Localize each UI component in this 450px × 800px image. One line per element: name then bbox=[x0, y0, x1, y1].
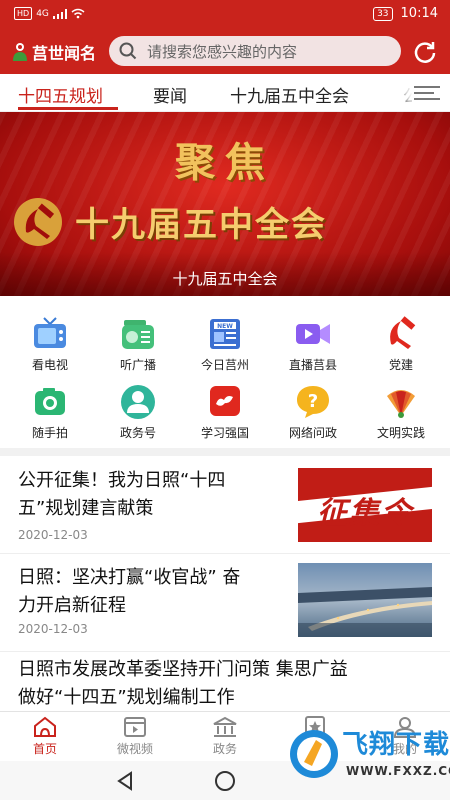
news-title-line: 做好“十四五”规划编制工作 bbox=[18, 687, 235, 708]
shortcut-today-juzhou[interactable]: NEW 今日莒州 bbox=[180, 316, 270, 373]
shortcut-radio[interactable]: 听广播 bbox=[93, 316, 183, 373]
shortcut-study-strong-nation[interactable]: 学习强国 bbox=[180, 384, 270, 441]
radio-icon bbox=[122, 320, 154, 349]
news-title-line: 日照：坚决打赢“收官战” 奋 bbox=[18, 567, 241, 588]
shortcut-live-juxian[interactable]: 直播莒县 bbox=[268, 316, 358, 373]
watermark-logo-icon bbox=[290, 730, 338, 778]
svg-text:?: ? bbox=[308, 391, 318, 412]
watermark-url: WWW.FXXZ.COM bbox=[346, 764, 450, 778]
party-emblem-icon bbox=[14, 198, 62, 246]
shortcut-civilization-practice[interactable]: 文明实践 bbox=[356, 384, 446, 441]
tab-14th-five-year-plan[interactable]: 十四五规划 bbox=[18, 82, 103, 107]
shortcut-label: 学习强国 bbox=[200, 426, 249, 440]
home-icon bbox=[34, 716, 56, 737]
news-item[interactable]: 公开征集！我为日照“十四 五”规划建言献策 2020-12-03 征集令 bbox=[0, 456, 450, 554]
banner-headline: 十九届五中全会 bbox=[75, 205, 327, 245]
news-thumbnail: 征集令 bbox=[298, 468, 432, 542]
user-icon bbox=[121, 385, 155, 419]
shortcut-label: 随手拍 bbox=[31, 426, 68, 440]
shortcut-online-inquiry[interactable]: ? 网络问政 bbox=[268, 384, 358, 441]
logo-icon bbox=[13, 43, 27, 61]
clock: 10:14 bbox=[400, 6, 438, 21]
shortcut-party-building[interactable]: 党建 bbox=[356, 316, 446, 373]
menu-icon[interactable] bbox=[412, 82, 442, 104]
search-icon bbox=[119, 42, 137, 60]
shortcut-grid: 看电视 听广播 NEW 今日莒州 直播莒县 党建 随手拍 政务号 学习强国 ? … bbox=[0, 300, 450, 448]
watermark-brand: 飞翔下载 bbox=[342, 730, 450, 760]
shortcut-label: 听广播 bbox=[119, 358, 156, 372]
network-type: 4G bbox=[36, 8, 49, 19]
app-logo[interactable]: 莒世闻名 bbox=[10, 40, 96, 64]
newspaper-icon: NEW bbox=[210, 319, 240, 349]
news-title-line: 日照市发展改革委坚持开门问策 集思广益 bbox=[18, 659, 348, 680]
wifi-icon bbox=[71, 8, 85, 19]
active-tab-indicator bbox=[18, 107, 118, 110]
tab-headlines[interactable]: 要闻 bbox=[153, 82, 187, 107]
camera-icon bbox=[35, 388, 65, 415]
news-title: 公开征集！我为日照“十四 五”规划建言献策 bbox=[18, 467, 225, 523]
hd-badge: HD bbox=[14, 7, 33, 20]
tab-plenary-session[interactable]: 十九届五中全会 bbox=[230, 82, 349, 107]
search-input[interactable]: 请搜索您感兴趣的内容 bbox=[109, 36, 401, 66]
app-header: 莒世闻名 请搜索您感兴趣的内容 bbox=[0, 30, 450, 74]
news-date: 2020-12-03 bbox=[18, 528, 88, 542]
banner-caption: 十九届五中全会 bbox=[172, 270, 278, 288]
study-icon bbox=[210, 386, 240, 416]
category-tabs: 十四五规划 要闻 十九届五中全会 公 bbox=[0, 74, 450, 112]
news-date: 2020-12-03 bbox=[18, 622, 88, 636]
status-left: HD 4G bbox=[14, 7, 85, 20]
section-divider bbox=[0, 448, 450, 456]
nav-label: 政务 bbox=[212, 742, 237, 756]
news-title: 日照市发展改革委坚持开门问策 集思广益 做好“十四五”规划编制工作 bbox=[18, 656, 348, 712]
party-emblem-icon bbox=[390, 316, 416, 349]
building-icon bbox=[213, 716, 237, 737]
news-item[interactable]: 日照：坚决打赢“收官战” 奋 力开启新征程 2020-12-03 bbox=[0, 554, 450, 652]
shortcut-label: 党建 bbox=[388, 358, 413, 372]
status-right: 33 10:14 bbox=[373, 6, 438, 21]
video-icon bbox=[296, 324, 330, 344]
nav-micro-video[interactable]: 微视频 bbox=[90, 716, 180, 757]
signal-icon bbox=[52, 8, 67, 19]
news-thumbnail bbox=[298, 563, 432, 637]
status-bar: HD 4G 33 10:14 bbox=[0, 0, 450, 30]
banner-top-text: 聚焦 bbox=[175, 139, 275, 186]
fan-icon bbox=[387, 390, 415, 418]
question-icon: ? bbox=[297, 386, 329, 418]
shortcut-label: 今日莒州 bbox=[200, 358, 249, 372]
home-button-icon[interactable] bbox=[214, 770, 236, 792]
shortcut-label: 直播莒县 bbox=[288, 358, 337, 372]
shortcut-watch-tv[interactable]: 看电视 bbox=[5, 316, 95, 373]
hero-banner[interactable]: 聚焦 十九届五中全会 十九届五中全会 bbox=[0, 112, 450, 296]
shortcut-government-account[interactable]: 政务号 bbox=[93, 384, 183, 441]
shortcut-label: 网络问政 bbox=[288, 426, 337, 440]
nav-government[interactable]: 政务 bbox=[180, 716, 270, 757]
nav-home[interactable]: 首页 bbox=[0, 716, 90, 757]
svg-text:NEW: NEW bbox=[217, 323, 233, 330]
shortcut-label: 文明实践 bbox=[376, 426, 425, 440]
refresh-icon[interactable] bbox=[412, 39, 438, 65]
nav-label: 首页 bbox=[32, 742, 57, 756]
shortcut-label: 政务号 bbox=[119, 426, 156, 440]
nav-label: 微视频 bbox=[116, 742, 153, 756]
news-title: 日照：坚决打赢“收官战” 奋 力开启新征程 bbox=[18, 564, 240, 620]
news-title-line: 力开启新征程 bbox=[18, 595, 126, 616]
app-name: 莒世闻名 bbox=[32, 44, 97, 63]
tv-icon bbox=[34, 317, 66, 348]
news-title-line: 公开征集！我为日照“十四 bbox=[18, 470, 226, 491]
video-icon bbox=[124, 717, 146, 737]
news-item[interactable]: 日照市发展改革委坚持开门问策 集思广益 做好“十四五”规划编制工作 bbox=[0, 652, 450, 711]
thumbnail-text: 征集令 bbox=[317, 496, 413, 531]
shortcut-label: 看电视 bbox=[31, 358, 68, 372]
back-icon[interactable] bbox=[116, 771, 136, 791]
watermark: 飞翔下载 WWW.FXXZ.COM bbox=[282, 718, 450, 800]
battery-icon: 33 bbox=[373, 6, 393, 21]
search-placeholder: 请搜索您感兴趣的内容 bbox=[147, 42, 298, 61]
bridge-photo bbox=[298, 563, 432, 637]
news-title-line: 五”规划建言献策 bbox=[18, 498, 154, 519]
shortcut-snapshot[interactable]: 随手拍 bbox=[5, 384, 95, 441]
